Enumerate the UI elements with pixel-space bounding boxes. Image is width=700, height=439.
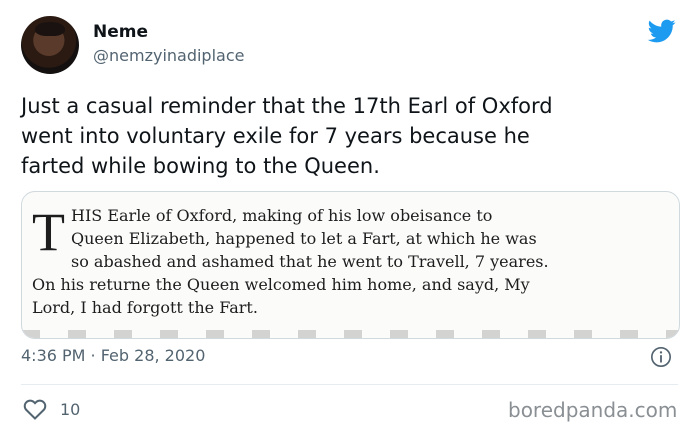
scan-line: so abashed and ashamed that he went to T… bbox=[71, 252, 549, 271]
cut-off-next-line bbox=[22, 330, 679, 338]
like-count: 10 bbox=[60, 400, 81, 419]
tweet-text: Just a casual reminder that the 17th Ear… bbox=[21, 91, 661, 181]
author-name[interactable]: Neme bbox=[93, 22, 148, 42]
scan-line: Queen Elizabeth, happened to let a Fart,… bbox=[71, 229, 537, 248]
watermark: boredpanda.com bbox=[508, 398, 678, 422]
tweet-media-image[interactable]: T HIS Earle of Oxford, making of his low… bbox=[21, 191, 680, 339]
tweet-text-line: farted while bowing to the Queen. bbox=[21, 154, 380, 178]
tweet-timestamp[interactable]: 4:36 PM · Feb 28, 2020 bbox=[21, 346, 205, 365]
scan-line: HIS Earle of Oxford, making of his low o… bbox=[71, 206, 493, 225]
author-handle[interactable]: @nemzyinadiplace bbox=[93, 46, 244, 65]
divider bbox=[21, 384, 678, 385]
scan-line: On his returne the Queen welcomed him ho… bbox=[32, 275, 530, 294]
scan-line: Lord, I had forgott the Fart. bbox=[32, 298, 258, 317]
tweet-text-line: went into voluntary exile for 7 years be… bbox=[21, 124, 530, 148]
info-icon[interactable] bbox=[650, 346, 672, 368]
tweet-text-line: Just a casual reminder that the 17th Ear… bbox=[21, 94, 553, 118]
drop-cap: T bbox=[32, 202, 65, 262]
scanned-text-excerpt: T HIS Earle of Oxford, making of his low… bbox=[32, 204, 672, 319]
twitter-bird-icon[interactable] bbox=[645, 17, 679, 45]
avatar[interactable] bbox=[21, 16, 79, 74]
heart-icon[interactable] bbox=[23, 398, 47, 420]
